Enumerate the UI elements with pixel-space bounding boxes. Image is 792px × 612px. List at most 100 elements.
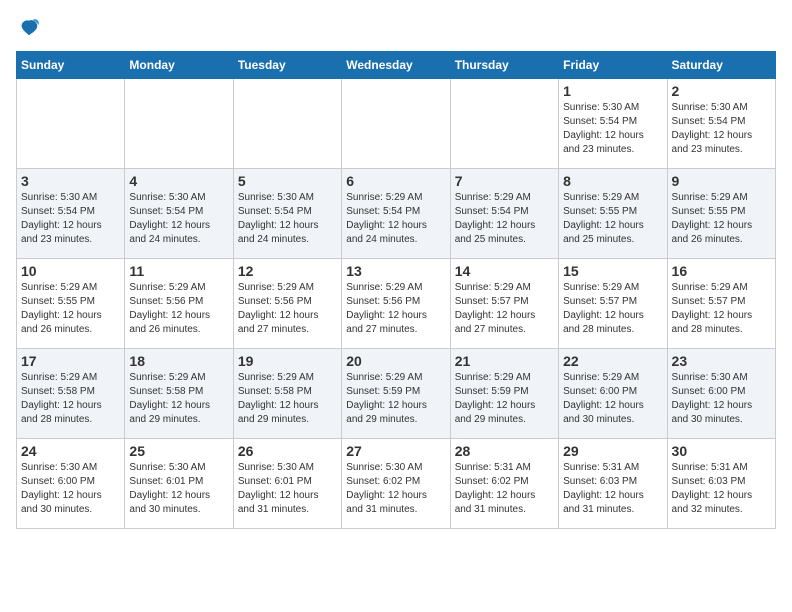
day-number: 6 <box>346 173 445 189</box>
day-info: Sunrise: 5:29 AM Sunset: 5:59 PM Dayligh… <box>346 371 445 427</box>
week-row-3: 17 Sunrise: 5:29 AM Sunset: 5:58 PM Dayli… <box>17 348 776 438</box>
day-number: 10 <box>21 263 120 279</box>
day-cell <box>233 78 341 168</box>
day-cell: 7 Sunrise: 5:29 AM Sunset: 5:54 PM Daylig… <box>450 168 558 258</box>
day-cell: 25 Sunrise: 5:30 AM Sunset: 6:01 PM Dayli… <box>125 438 233 528</box>
day-cell: 4 Sunrise: 5:30 AM Sunset: 5:54 PM Daylig… <box>125 168 233 258</box>
day-number: 9 <box>672 173 771 189</box>
day-number: 17 <box>21 353 120 369</box>
day-number: 2 <box>672 83 771 99</box>
day-info: Sunrise: 5:31 AM Sunset: 6:03 PM Dayligh… <box>563 461 662 517</box>
day-number: 11 <box>129 263 228 279</box>
week-row-2: 10Sunrise: 5:29 AM Sunset: 5:55 PM Dayli… <box>17 258 776 348</box>
page-header <box>16 16 776 39</box>
day-info: Sunrise: 5:30 AM Sunset: 5:54 PM Dayligh… <box>129 191 228 247</box>
day-info: Sunrise: 5:30 AM Sunset: 6:00 PM Dayligh… <box>672 371 771 427</box>
day-number: 1 <box>563 83 662 99</box>
header-sunday: Sunday <box>17 51 125 78</box>
day-number: 12 <box>238 263 337 279</box>
day-info: Sunrise: 5:29 AM Sunset: 5:56 PM Dayligh… <box>129 281 228 337</box>
day-cell: 29Sunrise: 5:31 AM Sunset: 6:03 PM Dayli… <box>559 438 667 528</box>
day-cell: 13Sunrise: 5:29 AM Sunset: 5:56 PM Dayli… <box>342 258 450 348</box>
day-info: Sunrise: 5:29 AM Sunset: 5:55 PM Dayligh… <box>563 191 662 247</box>
day-cell <box>17 78 125 168</box>
day-number: 16 <box>672 263 771 279</box>
day-cell: 26 Sunrise: 5:30 AM Sunset: 6:01 PM Dayli… <box>233 438 341 528</box>
day-info: Sunrise: 5:30 AM Sunset: 5:54 PM Dayligh… <box>21 191 120 247</box>
day-cell: 21Sunrise: 5:29 AM Sunset: 5:59 PM Dayli… <box>450 348 558 438</box>
day-cell <box>450 78 558 168</box>
day-info: Sunrise: 5:29 AM Sunset: 5:58 PM Dayligh… <box>21 371 120 427</box>
day-number: 25 <box>129 443 228 459</box>
day-cell: 18 Sunrise: 5:29 AM Sunset: 5:58 PM Dayli… <box>125 348 233 438</box>
day-number: 20 <box>346 353 445 369</box>
day-cell: 24Sunrise: 5:30 AM Sunset: 6:00 PM Dayli… <box>17 438 125 528</box>
day-cell <box>125 78 233 168</box>
day-number: 27 <box>346 443 445 459</box>
day-info: Sunrise: 5:29 AM Sunset: 5:54 PM Dayligh… <box>346 191 445 247</box>
day-number: 30 <box>672 443 771 459</box>
day-info: Sunrise: 5:29 AM Sunset: 5:56 PM Dayligh… <box>238 281 337 337</box>
day-cell: 2 Sunrise: 5:30 AM Sunset: 5:54 PM Daylig… <box>667 78 775 168</box>
day-cell: 5 Sunrise: 5:30 AM Sunset: 5:54 PM Daylig… <box>233 168 341 258</box>
day-cell: 14 Sunrise: 5:29 AM Sunset: 5:57 PM Dayli… <box>450 258 558 348</box>
week-row-0: 1 Sunrise: 5:30 AM Sunset: 5:54 PM Daylig… <box>17 78 776 168</box>
day-info: Sunrise: 5:30 AM Sunset: 6:01 PM Dayligh… <box>238 461 337 517</box>
day-info: Sunrise: 5:30 AM Sunset: 6:01 PM Dayligh… <box>129 461 228 517</box>
week-row-1: 3 Sunrise: 5:30 AM Sunset: 5:54 PM Daylig… <box>17 168 776 258</box>
day-info: Sunrise: 5:29 AM Sunset: 5:54 PM Dayligh… <box>455 191 554 247</box>
day-cell: 12 Sunrise: 5:29 AM Sunset: 5:56 PM Dayli… <box>233 258 341 348</box>
logo-bird-icon <box>18 17 40 39</box>
day-number: 18 <box>129 353 228 369</box>
day-info: Sunrise: 5:29 AM Sunset: 5:58 PM Dayligh… <box>129 371 228 427</box>
day-cell: 10Sunrise: 5:29 AM Sunset: 5:55 PM Dayli… <box>17 258 125 348</box>
week-row-4: 24Sunrise: 5:30 AM Sunset: 6:00 PM Dayli… <box>17 438 776 528</box>
day-info: Sunrise: 5:29 AM Sunset: 5:55 PM Dayligh… <box>672 191 771 247</box>
day-cell: 23 Sunrise: 5:30 AM Sunset: 6:00 PM Dayli… <box>667 348 775 438</box>
day-cell: 17 Sunrise: 5:29 AM Sunset: 5:58 PM Dayli… <box>17 348 125 438</box>
day-cell: 8 Sunrise: 5:29 AM Sunset: 5:55 PM Daylig… <box>559 168 667 258</box>
day-info: Sunrise: 5:30 AM Sunset: 6:00 PM Dayligh… <box>21 461 120 517</box>
day-info: Sunrise: 5:31 AM Sunset: 6:03 PM Dayligh… <box>672 461 771 517</box>
day-number: 21 <box>455 353 554 369</box>
day-cell: 9 Sunrise: 5:29 AM Sunset: 5:55 PM Daylig… <box>667 168 775 258</box>
header-saturday: Saturday <box>667 51 775 78</box>
day-number: 19 <box>238 353 337 369</box>
day-number: 7 <box>455 173 554 189</box>
header-friday: Friday <box>559 51 667 78</box>
day-number: 22 <box>563 353 662 369</box>
day-number: 28 <box>455 443 554 459</box>
day-cell: 3 Sunrise: 5:30 AM Sunset: 5:54 PM Daylig… <box>17 168 125 258</box>
day-info: Sunrise: 5:30 AM Sunset: 5:54 PM Dayligh… <box>672 101 771 157</box>
day-number: 23 <box>672 353 771 369</box>
day-number: 5 <box>238 173 337 189</box>
logo <box>16 16 40 39</box>
day-info: Sunrise: 5:31 AM Sunset: 6:02 PM Dayligh… <box>455 461 554 517</box>
day-info: Sunrise: 5:29 AM Sunset: 5:58 PM Dayligh… <box>238 371 337 427</box>
day-number: 3 <box>21 173 120 189</box>
calendar-table: SundayMondayTuesdayWednesdayThursdayFrid… <box>16 51 776 529</box>
day-info: Sunrise: 5:30 AM Sunset: 5:54 PM Dayligh… <box>563 101 662 157</box>
day-cell: 11 Sunrise: 5:29 AM Sunset: 5:56 PM Dayli… <box>125 258 233 348</box>
day-cell: 6 Sunrise: 5:29 AM Sunset: 5:54 PM Daylig… <box>342 168 450 258</box>
header-wednesday: Wednesday <box>342 51 450 78</box>
day-cell <box>342 78 450 168</box>
day-cell: 27 Sunrise: 5:30 AM Sunset: 6:02 PM Dayli… <box>342 438 450 528</box>
day-number: 14 <box>455 263 554 279</box>
day-number: 8 <box>563 173 662 189</box>
day-number: 4 <box>129 173 228 189</box>
day-info: Sunrise: 5:29 AM Sunset: 5:56 PM Dayligh… <box>346 281 445 337</box>
day-cell: 28 Sunrise: 5:31 AM Sunset: 6:02 PM Dayli… <box>450 438 558 528</box>
day-info: Sunrise: 5:30 AM Sunset: 6:02 PM Dayligh… <box>346 461 445 517</box>
header-monday: Monday <box>125 51 233 78</box>
calendar-body: 1 Sunrise: 5:30 AM Sunset: 5:54 PM Daylig… <box>17 78 776 528</box>
day-cell: 16Sunrise: 5:29 AM Sunset: 5:57 PM Dayli… <box>667 258 775 348</box>
day-info: Sunrise: 5:30 AM Sunset: 5:54 PM Dayligh… <box>238 191 337 247</box>
day-cell: 22Sunrise: 5:29 AM Sunset: 6:00 PM Dayli… <box>559 348 667 438</box>
day-number: 15 <box>563 263 662 279</box>
day-info: Sunrise: 5:29 AM Sunset: 5:57 PM Dayligh… <box>455 281 554 337</box>
header-thursday: Thursday <box>450 51 558 78</box>
day-cell: 1 Sunrise: 5:30 AM Sunset: 5:54 PM Daylig… <box>559 78 667 168</box>
day-cell: 15Sunrise: 5:29 AM Sunset: 5:57 PM Dayli… <box>559 258 667 348</box>
day-number: 26 <box>238 443 337 459</box>
